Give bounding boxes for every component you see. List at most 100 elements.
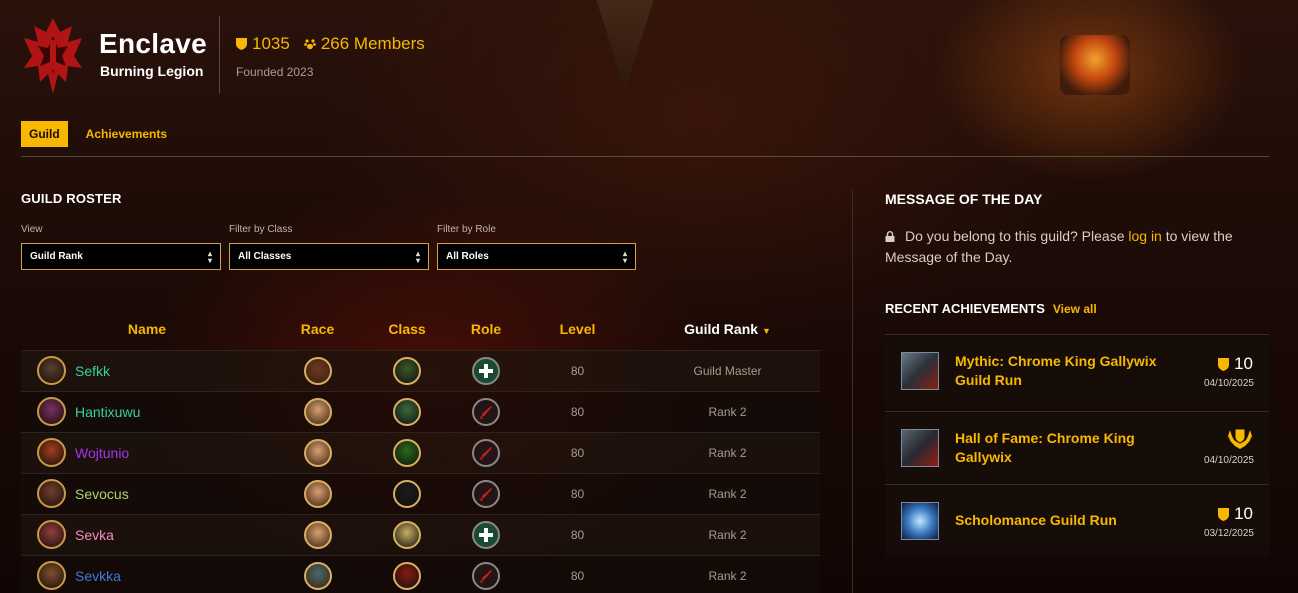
member-name[interactable]: Sevocus xyxy=(75,486,129,502)
member-name-wrapper: Wojtunio xyxy=(21,438,273,467)
tab-guild[interactable]: Guild xyxy=(21,121,68,147)
member-name[interactable]: Sefkk xyxy=(75,363,110,379)
member-name[interactable]: Wojtunio xyxy=(75,445,129,461)
role-healer-icon xyxy=(472,356,500,385)
class-cell xyxy=(362,472,452,514)
rank-cell: Rank 2 xyxy=(635,390,820,432)
table-row[interactable]: Sefkk 80 Guild Master xyxy=(21,349,820,391)
rank-cell: Rank 2 xyxy=(635,472,820,514)
motd-text-before: Do you belong to this guild? Please xyxy=(905,228,1129,244)
achievement-badge xyxy=(1227,428,1253,450)
level-cell: 80 xyxy=(520,349,635,391)
guild-rank-header-label: Guild Rank xyxy=(684,321,759,338)
lock-icon xyxy=(885,231,895,242)
shield-points-icon xyxy=(1218,507,1230,521)
race-blood-elf-icon xyxy=(303,438,332,467)
achievement-name: Scholomance Guild Run xyxy=(955,512,1117,528)
achievement-chrome-king-icon xyxy=(901,352,939,390)
achievement-points: 10 xyxy=(1218,504,1253,524)
class-monk-icon xyxy=(393,397,421,426)
class-cell xyxy=(362,513,452,555)
race-cell xyxy=(273,431,362,473)
race-cell xyxy=(273,513,362,555)
achievement-points-value: 10 xyxy=(1234,504,1253,523)
realm-name: Burning Legion xyxy=(100,63,204,79)
table-row[interactable]: Wojtunio 80 Rank 2 xyxy=(21,431,820,473)
role-damage-icon xyxy=(472,561,500,590)
race-blood-elf-icon xyxy=(303,479,332,508)
rank-cell: Guild Master xyxy=(635,349,820,391)
class-cell xyxy=(362,349,452,391)
class-filter-label: Filter by Class xyxy=(229,224,293,235)
members-stat[interactable]: 266 Members xyxy=(304,34,425,54)
guild-stats: 1035 266 Members xyxy=(236,34,425,54)
name-cell: Sevkka xyxy=(21,554,273,593)
avatar xyxy=(37,397,66,426)
select-arrows-icon: ▴ ▾ xyxy=(622,248,627,265)
name-cell: Sefkk xyxy=(21,349,273,391)
achievement-points-stat: 1035 xyxy=(236,34,290,54)
table-row[interactable]: Sevocus 80 Rank 2 xyxy=(21,472,820,514)
member-name-wrapper: Sevocus xyxy=(21,479,273,508)
class-filter: Filter by Class All Classes ▴ ▾ xyxy=(229,224,429,270)
tab-achievements[interactable]: Achievements xyxy=(86,127,167,141)
class-cell xyxy=(362,554,452,593)
role-filter-label: Filter by Role xyxy=(437,224,496,235)
role-select[interactable]: All Roles ▴ ▾ xyxy=(437,243,636,270)
achievement-card[interactable]: Scholomance Guild Run 10 03/12/2025 xyxy=(885,484,1269,557)
member-name[interactable]: Hantixuwu xyxy=(75,404,140,420)
avatar xyxy=(37,438,66,467)
race-cell xyxy=(273,390,362,432)
table-row[interactable]: Sevkka 80 Rank 2 xyxy=(21,554,820,593)
member-name[interactable]: Sevkka xyxy=(75,568,121,584)
class-hunter-icon xyxy=(393,479,421,508)
achievement-date: 03/12/2025 xyxy=(1203,528,1254,539)
column-header-name[interactable]: Name xyxy=(21,309,273,350)
table-row[interactable]: Sevka 80 Rank 2 xyxy=(21,513,820,555)
role-cell xyxy=(452,554,520,593)
achievement-points-value: 1035 xyxy=(252,34,290,53)
shield-icon xyxy=(236,38,247,50)
member-name-wrapper: Sevkka xyxy=(21,561,273,591)
table-row[interactable]: Hantixuwu 80 Rank 2 xyxy=(21,390,820,432)
login-link[interactable]: log in xyxy=(1128,228,1161,244)
column-header-guild-rank[interactable]: Guild Rank ▼ xyxy=(635,309,820,350)
role-cell xyxy=(452,513,520,555)
guild-header: Enclave Burning Legion 1035 266 Members … xyxy=(0,0,1298,110)
roster-title: GUILD ROSTER xyxy=(21,191,122,206)
motd-title: MESSAGE OF THE DAY xyxy=(885,191,1043,207)
rank-cell: Rank 2 xyxy=(635,431,820,473)
race-undead-icon xyxy=(303,561,332,590)
column-header-role[interactable]: Role xyxy=(452,309,520,350)
column-header-class[interactable]: Class xyxy=(362,309,452,350)
achievement-name: Mythic: Chrome King Gallywix Guild Run xyxy=(955,353,1157,388)
race-cell xyxy=(273,349,362,391)
level-cell: 80 xyxy=(520,513,635,555)
view-select[interactable]: Guild Rank ▴ ▾ xyxy=(21,243,221,270)
role-select-value: All Roles xyxy=(446,251,489,262)
view-filter-label: View xyxy=(21,224,43,235)
view-select-value: Guild Rank xyxy=(30,251,83,262)
class-cell xyxy=(362,431,452,473)
class-select[interactable]: All Classes ▴ ▾ xyxy=(229,243,429,270)
role-damage-icon xyxy=(472,397,500,426)
class-select-value: All Classes xyxy=(238,251,292,262)
view-all-link[interactable]: View all xyxy=(1053,302,1097,316)
recent-achievements-title: RECENT ACHIEVEMENTS xyxy=(885,301,1045,316)
achievement-card[interactable]: Mythic: Chrome King Gallywix Guild Run 1… xyxy=(885,334,1269,407)
member-name[interactable]: Sevka xyxy=(75,527,114,543)
level-cell: 80 xyxy=(520,431,635,473)
column-header-race[interactable]: Race xyxy=(273,309,362,350)
column-header-level[interactable]: Level xyxy=(520,309,635,350)
name-cell: Sevka xyxy=(21,513,273,555)
member-name-wrapper: Sevka xyxy=(21,520,273,549)
avatar xyxy=(37,356,66,385)
select-arrows-icon: ▴ ▾ xyxy=(207,248,212,265)
guild-tabs: Guild Achievements xyxy=(21,121,167,147)
achievement-card[interactable]: Hall of Fame: Chrome King Gallywix 04/10… xyxy=(885,411,1269,484)
recent-achievements-header: RECENT ACHIEVEMENTS View all xyxy=(885,301,1097,316)
class-shaman-icon xyxy=(393,356,421,385)
guild-name: Enclave xyxy=(99,28,207,59)
roster-table: Name Race Class Role Level Guild Rank ▼ … xyxy=(21,309,820,593)
view-filter: View Guild Rank ▴ ▾ xyxy=(21,224,221,270)
